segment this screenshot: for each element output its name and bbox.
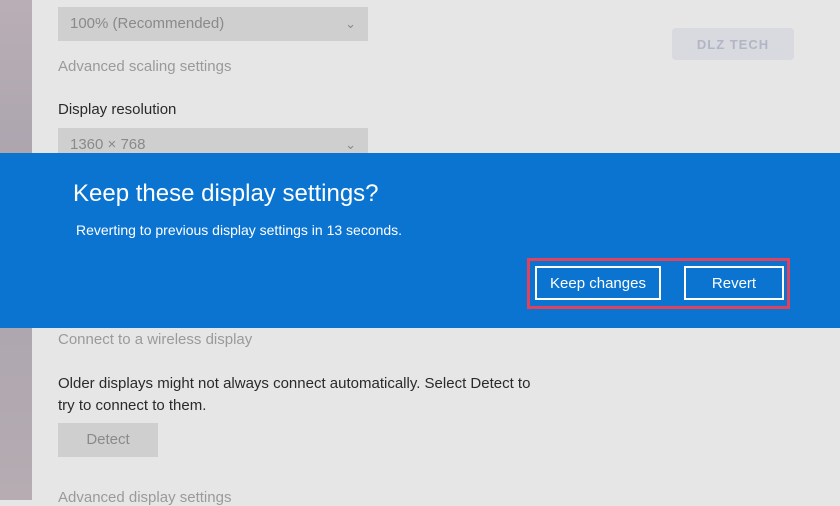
resolution-value: 1360 × 768 bbox=[70, 136, 146, 153]
dialog-title: Keep these display settings? bbox=[73, 180, 379, 207]
chevron-down-icon: ⌄ bbox=[345, 16, 356, 31]
dialog-countdown-message: Reverting to previous display settings i… bbox=[76, 222, 403, 238]
detect-button[interactable]: Detect bbox=[58, 423, 158, 457]
wireless-display-link[interactable]: Connect to a wireless display bbox=[58, 331, 252, 348]
display-resolution-label: Display resolution bbox=[58, 101, 177, 118]
older-displays-text-line1: Older displays might not always connect … bbox=[58, 375, 531, 392]
scale-value: 100% (Recommended) bbox=[70, 15, 225, 32]
advanced-scaling-link[interactable]: Advanced scaling settings bbox=[58, 58, 231, 75]
watermark-text: DLZ TECH bbox=[696, 36, 770, 52]
watermark-logo: DLZ TECH bbox=[672, 28, 794, 60]
older-displays-text-line2: try to connect to them. bbox=[58, 397, 207, 414]
revert-button[interactable]: Revert bbox=[684, 266, 784, 300]
keep-display-settings-dialog: Keep these display settings? Reverting t… bbox=[0, 153, 840, 328]
advanced-display-link[interactable]: Advanced display settings bbox=[58, 489, 231, 506]
scale-dropdown[interactable]: 100% (Recommended) ⌄ bbox=[58, 7, 368, 41]
keep-changes-button[interactable]: Keep changes bbox=[535, 266, 661, 300]
